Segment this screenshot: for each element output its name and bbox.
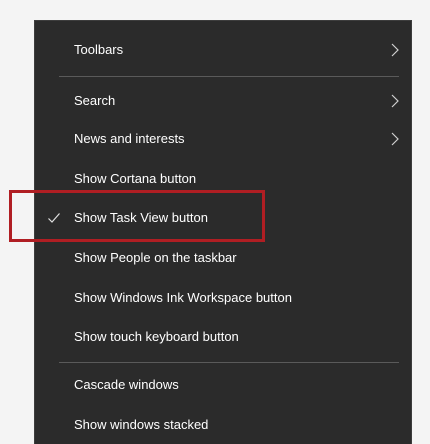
menu-item-show-task-view-button[interactable]: Show Task View button	[35, 199, 411, 237]
menu-item-news-and-interests[interactable]: News and interests	[35, 120, 411, 158]
taskbar-context-menu: Toolbars Search News and interests Show …	[34, 20, 412, 444]
menu-item-show-people-on-taskbar[interactable]: Show People on the taskbar	[35, 239, 411, 277]
menu-item-toolbars[interactable]: Toolbars	[35, 31, 411, 69]
menu-separator	[59, 362, 399, 363]
menu-item-cascade-windows[interactable]: Cascade windows	[35, 366, 411, 404]
menu-item-search[interactable]: Search	[35, 82, 411, 120]
menu-item-label: Show People on the taskbar	[74, 250, 237, 265]
menu-item-show-windows-stacked[interactable]: Show windows stacked	[35, 406, 411, 444]
menu-item-label: Show Task View button	[74, 210, 208, 225]
menu-item-label: News and interests	[74, 131, 185, 146]
menu-item-label: Show touch keyboard button	[74, 329, 239, 344]
chevron-right-icon	[391, 43, 399, 57]
menu-item-label: Show Cortana button	[74, 171, 197, 186]
checkmark-icon	[48, 213, 60, 223]
menu-item-label: Show Windows Ink Workspace button	[74, 290, 292, 305]
menu-item-label: Toolbars	[74, 42, 124, 57]
chevron-right-icon	[391, 132, 399, 146]
menu-item-show-windows-ink-workspace-button[interactable]: Show Windows Ink Workspace button	[35, 279, 411, 317]
chevron-right-icon	[391, 94, 399, 108]
screenshot-stage: Toolbars Search News and interests Show …	[0, 0, 430, 444]
menu-item-label: Search	[74, 93, 116, 108]
menu-item-label: Show windows stacked	[74, 417, 209, 432]
menu-item-label: Cascade windows	[74, 377, 179, 392]
menu-separator	[59, 76, 399, 77]
menu-item-show-cortana-button[interactable]: Show Cortana button	[35, 160, 411, 198]
menu-item-show-touch-keyboard-button[interactable]: Show touch keyboard button	[35, 318, 411, 356]
